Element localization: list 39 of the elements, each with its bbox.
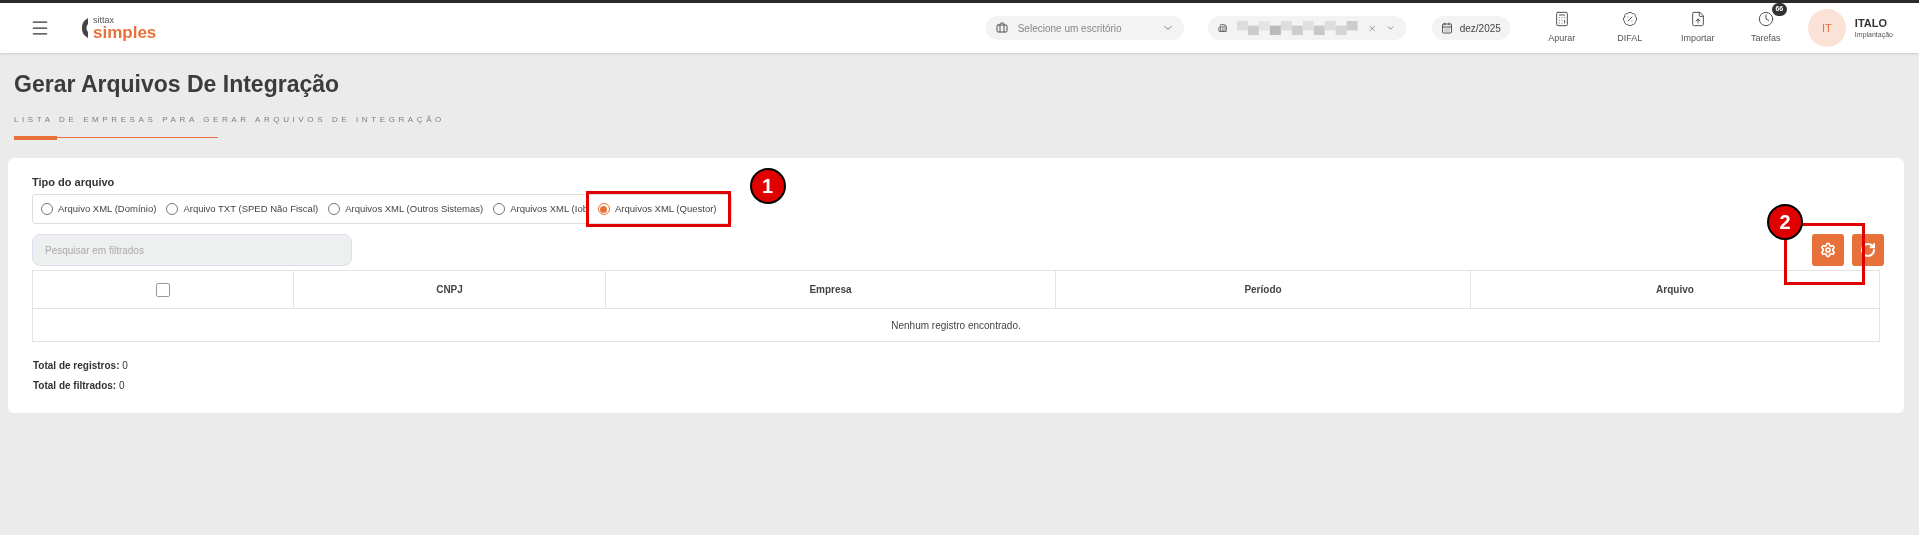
search-field[interactable]: Pesquisar em filtrados	[32, 234, 352, 266]
toolbar-action-button[interactable]: Apurar	[1548, 10, 1576, 46]
building-icon	[1217, 22, 1228, 34]
annotation-number: 2	[1767, 203, 1803, 240]
calculator-icon	[1553, 10, 1570, 27]
page-subtitle: LISTA DE EMPRESAS PARA GERAR ARQUIVOS DE INTEGRAÇÃO	[14, 113, 446, 126]
briefcase-icon	[995, 22, 1008, 34]
radio-option[interactable]: Arquivos XML (Questor)	[597, 201, 717, 217]
logo-mark-icon	[82, 18, 90, 38]
select-all-checkbox[interactable]	[156, 282, 170, 297]
period-value: dez/2025	[1459, 21, 1501, 36]
calendar-icon	[1440, 22, 1453, 34]
column-header[interactable]: Período	[1056, 271, 1471, 308]
clock-icon	[1757, 10, 1774, 27]
percent-badge-icon	[1621, 10, 1638, 27]
settings-button[interactable]	[1812, 234, 1844, 266]
column-header[interactable]: Arquivo	[1471, 271, 1879, 308]
column-header[interactable]: Empresa	[606, 271, 1056, 308]
empty-table-message: Nenhum registro encontrado.	[891, 318, 1021, 333]
period-picker[interactable]: dez/2025	[1431, 16, 1510, 40]
radio-option[interactable]: Arquivo TXT (SPED Não Fiscal)	[166, 201, 319, 217]
user-name: ITALO	[1854, 16, 1889, 31]
logo-caption: sittax	[93, 15, 115, 25]
radio-option[interactable]: Arquivo XML (Domínio)	[41, 201, 157, 217]
logo-wordmark: simples	[93, 23, 157, 41]
annotation-number: 1	[749, 167, 786, 204]
total-count: Total de registros: 0	[33, 359, 129, 373]
radio-option[interactable]: Arquivos XML (Outros Sistemas)	[328, 201, 484, 217]
page-title: Gerar Arquivos De Integração	[14, 70, 341, 99]
refresh-icon	[1860, 242, 1876, 258]
file-type-label: Tipo do arquivo	[32, 174, 115, 190]
company-select[interactable]	[1207, 16, 1406, 40]
total-count: Total de filtrados: 0	[33, 379, 126, 393]
settings-icon	[1820, 242, 1836, 258]
toolbar-action-button[interactable]: Importar	[1681, 10, 1715, 46]
column-header[interactable]: CNPJ	[294, 271, 606, 308]
toolbar-action-button[interactable]: DIFAL	[1617, 10, 1643, 46]
office-select-placeholder: Selecione um escritório	[1017, 21, 1123, 36]
file-upload-icon	[1689, 10, 1706, 27]
